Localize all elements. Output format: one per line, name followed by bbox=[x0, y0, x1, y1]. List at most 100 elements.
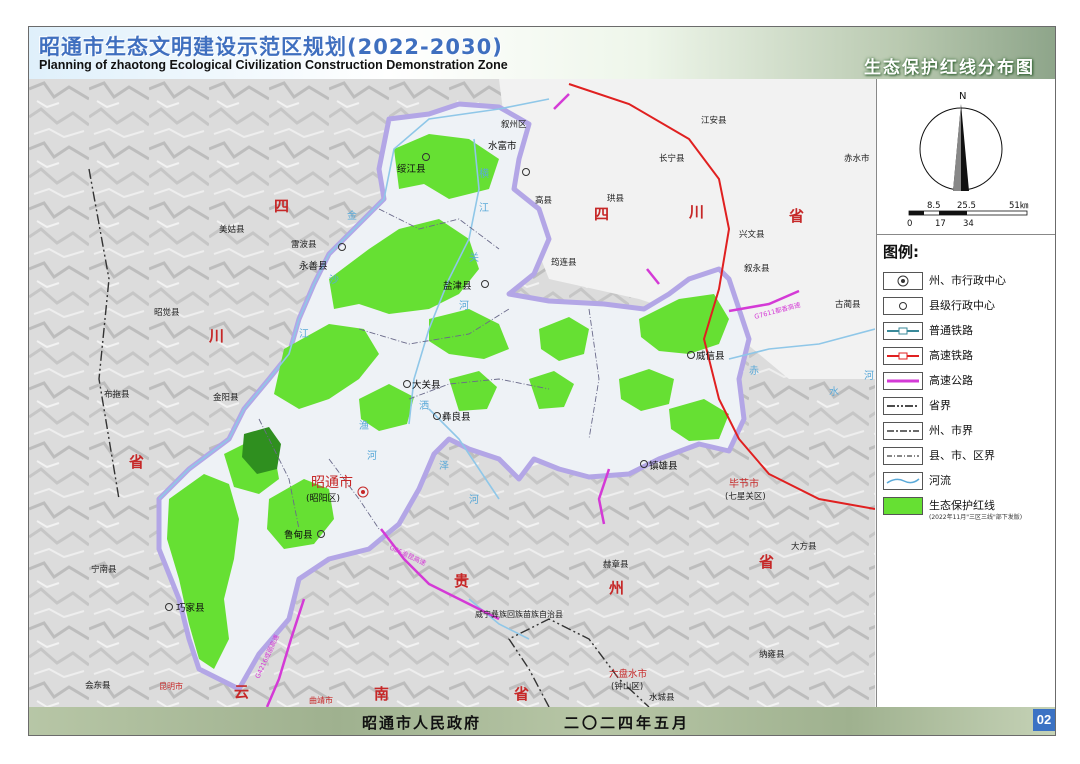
county-label: 巧家县 bbox=[176, 602, 205, 614]
legend-label: 高速铁路 bbox=[929, 349, 973, 362]
province-char: 四 bbox=[274, 197, 289, 215]
legend-label: 普通铁路 bbox=[929, 324, 973, 337]
legend-list: 州、市行政中心 县级行政中心 普通铁路 高速铁路 高速公路 省界 州、市界 县、… bbox=[883, 269, 1053, 524]
bijie-city-label: 毕节市 bbox=[729, 477, 759, 490]
river-char: 河 bbox=[864, 370, 874, 382]
river-char: 渔 bbox=[359, 420, 369, 432]
scale-label: 0 bbox=[907, 219, 912, 229]
scale-bar bbox=[908, 210, 1028, 216]
footer-banner: 昭通市人民政府 二〇二四年五月 02 bbox=[29, 707, 1055, 735]
river-char: 泽 bbox=[439, 460, 449, 472]
legend-item-river: 河流 bbox=[883, 469, 1053, 494]
prefecture-city-sublabel: (昭阳区) bbox=[306, 493, 340, 504]
issue-date: 二〇二四年五月 bbox=[564, 714, 691, 732]
high-speed-railway-icon bbox=[883, 347, 923, 365]
legend-label: 生态保护红线 bbox=[929, 499, 995, 512]
province-char: 川 bbox=[208, 327, 224, 345]
place-label: 宁南县 bbox=[91, 564, 117, 575]
province-char: 四 bbox=[594, 205, 609, 223]
place-label: 赫章县 bbox=[603, 559, 629, 570]
province-char: 贵 bbox=[454, 572, 469, 590]
legend-item-prefecture-center: 州、市行政中心 bbox=[883, 269, 1053, 294]
ecological-redline-icon bbox=[883, 497, 923, 515]
place-label: 珙县 bbox=[607, 193, 625, 204]
scale-label: 17 bbox=[935, 219, 946, 229]
railway-icon bbox=[883, 322, 923, 340]
legend-item-prefecture-boundary: 州、市界 bbox=[883, 419, 1053, 444]
scale-label: 8.5 bbox=[927, 201, 941, 211]
legend-item-railway: 普通铁路 bbox=[883, 319, 1053, 344]
river-char: 河 bbox=[459, 300, 469, 312]
place-label: 会东县 bbox=[85, 680, 111, 691]
river-char: 赤 bbox=[749, 365, 759, 377]
legend-item-county-center: 县级行政中心 bbox=[883, 294, 1053, 319]
place-label: 赤水市 bbox=[844, 153, 870, 164]
prefecture-boundary-icon bbox=[883, 422, 923, 440]
legend-item-province-boundary: 省界 bbox=[883, 394, 1053, 419]
legend-label: 州、市行政中心 bbox=[929, 274, 1006, 287]
river-char: 关 bbox=[469, 251, 479, 264]
county-label: 威信县 bbox=[696, 350, 725, 362]
place-label: 长宁县 bbox=[659, 153, 685, 164]
legend-label: 州、市界 bbox=[929, 424, 973, 437]
province-char: 州 bbox=[608, 579, 624, 597]
place-label: 叙永县 bbox=[744, 263, 770, 274]
legend-item-expressway: 高速公路 bbox=[883, 369, 1053, 394]
bijie-city-sublabel: (七星关区) bbox=[725, 491, 766, 502]
legend-item-high-speed-railway: 高速铁路 bbox=[883, 344, 1053, 369]
prefecture-city-label: 昭通市 bbox=[311, 474, 353, 491]
prefecture-center-icon bbox=[883, 272, 923, 290]
city-label-qujing: 曲靖市 bbox=[309, 695, 333, 705]
compass-scale-box: N 8.5 25.5 51㎞ 0 17 34 bbox=[877, 79, 1055, 235]
county-label: 镇雄县 bbox=[649, 460, 678, 472]
north-arrow: N 8.5 25.5 51㎞ 0 17 34 bbox=[907, 91, 1029, 229]
province-boundary-icon bbox=[883, 397, 923, 415]
legend-label: 县级行政中心 bbox=[929, 299, 995, 312]
province-char: 省 bbox=[758, 553, 774, 571]
liupanshui-city-sublabel: (钟山区) bbox=[611, 681, 643, 692]
place-label: 筠连县 bbox=[551, 257, 577, 268]
place-label: 叙州区 bbox=[501, 119, 527, 130]
river-icon bbox=[883, 472, 923, 490]
place-label: 威宁彝族回族苗族自治县 bbox=[475, 609, 563, 619]
legend-label: 高速公路 bbox=[929, 374, 973, 387]
scale-bar-seg bbox=[909, 211, 924, 215]
expressway-icon bbox=[883, 372, 923, 390]
place-label: 兴文县 bbox=[739, 229, 765, 240]
legend-label: 河流 bbox=[929, 474, 951, 487]
liupanshui-city-label: 六盘水市 bbox=[609, 668, 648, 680]
county-label: 彝良县 bbox=[442, 411, 471, 423]
place-label: 水城县 bbox=[649, 692, 675, 703]
legend-item-ecological-redline: 生态保护红线 (2022年11月"三区三线"部下发版) bbox=[883, 494, 1053, 524]
county-label: 盐津县 bbox=[443, 280, 472, 292]
river-char: 河 bbox=[469, 494, 479, 506]
map-sheet: 昭通市生态文明建设示范区规划(2022-2030) Planning of zh… bbox=[28, 26, 1056, 736]
legend-label: 县、市、区界 bbox=[929, 449, 995, 462]
scale-bar-seg bbox=[939, 211, 967, 215]
county-label: 水富市 bbox=[488, 140, 517, 152]
river-char: 沙 bbox=[329, 274, 339, 286]
legend-item-county-boundary: 县、市、区界 bbox=[883, 444, 1053, 469]
county-label: 鲁甸县 bbox=[284, 529, 313, 541]
place-label: 江安县 bbox=[701, 115, 727, 126]
sheet-title: 生态保护红线分布图 bbox=[864, 58, 1035, 78]
map-svg: 绥江县 水富市 盐津县 永善县 大关县 彝良县 威信县 镇雄县 鲁甸县 巧家县 … bbox=[29, 79, 876, 708]
city-label-kunming: 昆明市 bbox=[159, 681, 183, 691]
river-char: 河 bbox=[367, 450, 377, 462]
province-char: 川 bbox=[688, 203, 704, 221]
river-char: 横 bbox=[479, 167, 489, 180]
county-center-icon bbox=[883, 297, 923, 315]
place-label: 布拖县 bbox=[104, 389, 130, 400]
county-boundary-icon bbox=[883, 447, 923, 465]
legend-panel: N 8.5 25.5 51㎞ 0 17 34 图例: 州、市行政中心 县级行政中… bbox=[876, 79, 1055, 707]
county-label: 大关县 bbox=[412, 379, 441, 391]
place-label: 纳雍县 bbox=[759, 649, 785, 660]
north-label: N bbox=[959, 91, 966, 102]
place-label: 雷波县 bbox=[291, 239, 317, 250]
issuing-authority: 昭通市人民政府 bbox=[362, 714, 482, 732]
county-label: 永善县 bbox=[299, 260, 328, 272]
scale-label: 25.5 bbox=[957, 201, 976, 211]
river-char: 洒 bbox=[419, 399, 429, 412]
map-canvas: 绥江县 水富市 盐津县 永善县 大关县 彝良县 威信县 镇雄县 鲁甸县 巧家县 … bbox=[29, 79, 876, 708]
river-char: 江 bbox=[299, 328, 309, 340]
